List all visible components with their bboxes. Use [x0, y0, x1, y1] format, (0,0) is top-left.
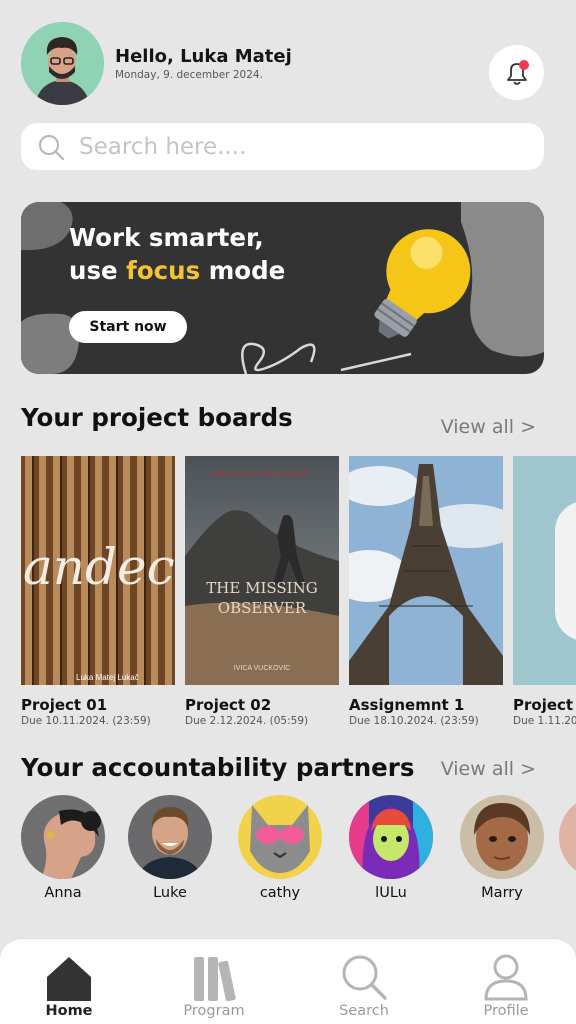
partner-item[interactable]: Marry — [459, 795, 545, 901]
project-title: Project 02 — [185, 696, 272, 714]
project-card[interactable]: Project 04 Due 1.11.2024. (23:59) — [513, 456, 576, 727]
partner-item[interactable]: cathy — [237, 795, 323, 901]
bell-icon — [506, 59, 529, 85]
greeting-block: Hello, Luka Matej Monday, 9. december 20… — [115, 46, 292, 81]
search-bar[interactable] — [21, 123, 544, 170]
project-cover — [349, 456, 503, 685]
partner-avatar — [21, 795, 105, 879]
partner-name: Marry — [481, 885, 523, 901]
cover-author: IVICA VUCKOVIC — [234, 665, 290, 672]
cover-title-line-1: THE MISSING — [206, 579, 317, 597]
banner-accent-word: focus — [126, 256, 201, 285]
partner-item[interactable]: Anna — [20, 795, 106, 901]
search-input[interactable] — [79, 133, 509, 160]
project-title: Project 01 — [21, 696, 108, 714]
partner-avatar — [460, 795, 544, 879]
project-card[interactable]: Assignemnt 1 Due 18.10.2024. (23:59) — [349, 456, 503, 727]
cover-art-text: andec — [23, 538, 175, 596]
partner-avatar — [349, 795, 433, 879]
banner-title: Work smarter, use focus mode — [69, 221, 285, 287]
nav-label: Search — [339, 1003, 389, 1019]
books-icon — [164, 949, 264, 1001]
project-card[interactable]: andec Luka Matej Lukač Project 01 Due 10… — [21, 456, 175, 727]
partners-list: Anna Luke cathy lULu Marry — [20, 795, 576, 910]
light-bulb-icon — [374, 229, 471, 339]
home-icon — [19, 949, 119, 1001]
nav-profile[interactable]: Profile — [456, 949, 556, 1019]
header: Hello, Luka Matej Monday, 9. december 20… — [21, 22, 544, 106]
partner-item-partial[interactable] — [558, 795, 576, 879]
bottom-navigation: Home Program Search Profile — [0, 938, 576, 1024]
partner-name: Anna — [44, 885, 82, 901]
banner-line-2-prefix: use — [69, 256, 127, 285]
nav-search[interactable]: Search — [314, 949, 414, 1019]
partners-view-all-link[interactable]: View all > — [441, 758, 536, 780]
partner-name: Luke — [153, 885, 187, 901]
nav-home[interactable]: Home — [19, 949, 119, 1019]
project-cover: INSURGENCY: SANDSTORM THE MISSING OBSERV… — [185, 456, 339, 685]
project-boards-list: andec Luka Matej Lukač Project 01 Due 10… — [21, 456, 576, 736]
project-due-date: Due 10.11.2024. (23:59) — [21, 715, 151, 727]
user-icon — [456, 949, 556, 1001]
notifications-button[interactable] — [489, 45, 544, 100]
project-due-date: Due 18.10.2024. (23:59) — [349, 715, 479, 727]
banner-line-1: Work smarter, — [69, 223, 264, 252]
nav-label: Profile — [483, 1003, 529, 1019]
partner-item[interactable]: Luke — [127, 795, 213, 901]
project-title: Project 04 — [513, 696, 576, 714]
nav-program[interactable]: Program — [164, 949, 264, 1019]
project-cover — [513, 456, 576, 685]
partner-name: cathy — [259, 885, 301, 901]
partner-avatar — [559, 795, 576, 879]
search-icon — [39, 134, 65, 160]
project-title: Assignemnt 1 — [349, 696, 465, 714]
partner-item[interactable]: lULu — [348, 795, 434, 901]
cover-caption: Luka Matej Lukač — [76, 673, 139, 682]
project-cover: andec Luka Matej Lukač — [21, 456, 175, 685]
partner-name: lULu — [375, 885, 407, 901]
greeting-text: Hello, Luka Matej — [115, 46, 292, 67]
partner-avatar — [238, 795, 322, 879]
focus-mode-banner: Work smarter, use focus mode Start now — [21, 202, 544, 374]
project-due-date: Due 1.11.2024. (23:59) — [513, 715, 576, 727]
banner-line-2: use focus mode — [69, 254, 285, 287]
projects-section-title: Your project boards — [21, 403, 293, 432]
user-avatar[interactable] — [21, 22, 104, 105]
nav-label: Home — [45, 1003, 93, 1019]
projects-view-all-link[interactable]: View all > — [441, 416, 536, 438]
current-date: Monday, 9. december 2024. — [115, 69, 263, 81]
partners-section-title: Your accountability partners — [21, 753, 415, 782]
partner-avatar — [128, 795, 212, 879]
project-card[interactable]: INSURGENCY: SANDSTORM THE MISSING OBSERV… — [185, 456, 339, 727]
project-due-date: Due 2.12.2024. (05:59) — [185, 715, 309, 727]
nav-label: Program — [183, 1003, 245, 1019]
banner-line-2-suffix: mode — [200, 256, 286, 285]
cover-title-line-2: OBSERVER — [218, 599, 307, 617]
cover-top-text: INSURGENCY: SANDSTORM — [213, 471, 308, 478]
start-now-button[interactable]: Start now — [69, 311, 187, 343]
search-icon — [314, 949, 414, 1001]
